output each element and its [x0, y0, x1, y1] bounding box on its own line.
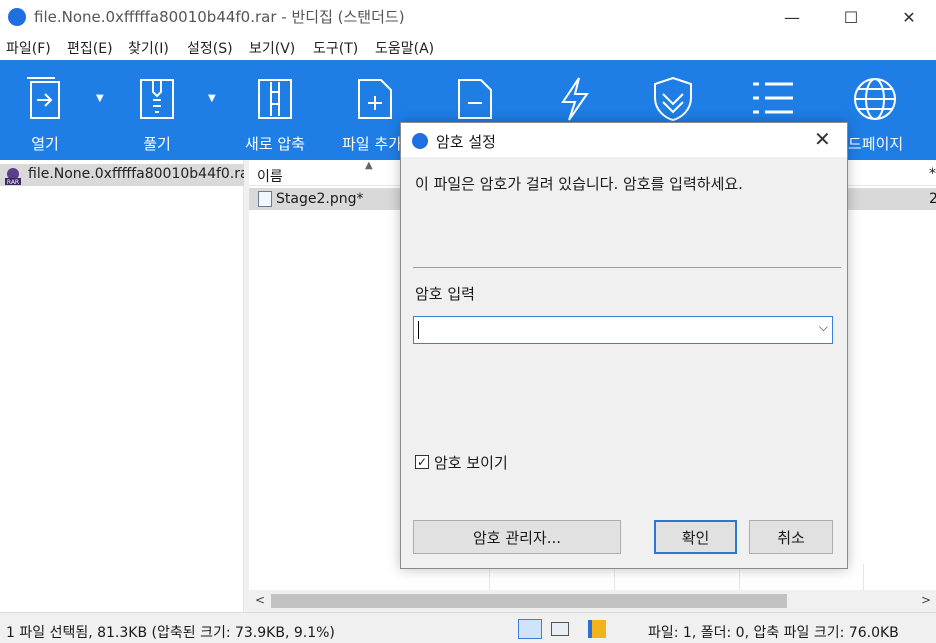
password-manager-button[interactable]: 암호 관리자... [413, 520, 621, 554]
menu-help[interactable]: 도움말(A) [375, 38, 434, 58]
new-archive-button[interactable]: 새로 압축 [230, 60, 320, 160]
rar-archive-icon: RAR [5, 168, 21, 185]
file-name: Stage2.png* [276, 191, 364, 207]
menu-view[interactable]: 보기(V) [249, 38, 295, 58]
window-title: file.None.0xfffffa80010b44f0.rar - 반디집 (… [34, 8, 405, 26]
preview-view-icon[interactable] [551, 622, 569, 636]
image-file-icon [258, 191, 272, 207]
scroll-left-icon[interactable]: < [255, 593, 265, 607]
dialog-title: 암호 설정 [436, 133, 496, 151]
new-archive-icon [258, 79, 292, 119]
dialog-title-bar: 암호 설정 ✕ [401, 123, 847, 157]
lightning-icon [561, 77, 589, 121]
extract-dropdown-icon[interactable]: ▼ [208, 93, 216, 104]
remove-file-icon [458, 79, 492, 119]
column-divider [863, 564, 864, 590]
column-header-name[interactable]: 이름 [257, 166, 283, 186]
tree-item-label: file.None.0xfffffa80010b44f0.rar [28, 166, 255, 182]
menu-edit[interactable]: 편집(E) [67, 38, 113, 58]
new-archive-label: 새로 압축 [245, 135, 305, 153]
open-label: 열기 [31, 135, 59, 153]
column-header-partial[interactable]: * [929, 166, 936, 182]
tree-item-archive[interactable]: RAR file.None.0xfffffa80010b44f0.rar [0, 164, 254, 186]
open-icon [27, 77, 60, 119]
text-caret [418, 321, 419, 339]
status-selection: 1 파일 선택됨, 81.3KB (압축된 크기: 73.9KB, 9.1%) [6, 625, 335, 641]
cancel-button[interactable]: 취소 [749, 520, 833, 554]
archive-panel-icon[interactable] [588, 620, 606, 638]
file-cell-partial: 2 [929, 191, 936, 207]
scroll-right-icon[interactable]: > [921, 593, 931, 607]
shield-icon [654, 76, 692, 122]
status-archive-info: 파일: 1, 폴더: 0, 압축 파일 크기: 76.0KB [648, 625, 899, 641]
bandizip-dialog-icon [412, 133, 428, 149]
password-label: 암호 입력 [415, 285, 475, 303]
close-window-button[interactable]: ✕ [886, 0, 932, 34]
maximize-button[interactable]: ☐ [828, 0, 874, 34]
extract-button[interactable]: 풀기 ▼ [112, 60, 216, 160]
menu-file[interactable]: 파일(F) [6, 38, 51, 58]
homepage-label: 드페이지 [848, 135, 904, 153]
horizontal-scrollbar[interactable]: < > [249, 590, 936, 612]
password-dialog: 암호 설정 ✕ 이 파일은 암호가 걸려 있습니다. 암호를 입력하세요. 암호… [400, 122, 848, 569]
bandizip-app-icon [8, 8, 26, 26]
dialog-separator [413, 267, 841, 268]
menu-bar: 파일(F) 편집(E) 찾기(I) 설정(S) 보기(V) 도구(T) 도움말(… [0, 34, 936, 60]
menu-find[interactable]: 찾기(I) [128, 38, 169, 58]
open-dropdown-icon[interactable]: ▼ [96, 93, 104, 104]
extract-label: 풀기 [143, 135, 171, 153]
dialog-message: 이 파일은 암호가 걸려 있습니다. 암호를 입력하세요. [415, 175, 743, 193]
chevron-down-icon[interactable]: ⌵ [819, 320, 828, 335]
menu-settings[interactable]: 설정(S) [187, 38, 233, 58]
password-input[interactable]: ⌵ [413, 316, 833, 344]
sort-ascending-icon: ▲ [365, 160, 373, 171]
list-icon [753, 82, 793, 114]
open-button[interactable]: 열기 ▼ [0, 60, 104, 160]
show-password-label[interactable]: 암호 보이기 [434, 452, 508, 473]
menu-tools[interactable]: 도구(T) [313, 38, 358, 58]
extract-icon [140, 79, 174, 119]
folder-tree-pane: RAR file.None.0xfffffa80010b44f0.rar [0, 160, 254, 612]
globe-icon [854, 78, 896, 120]
ok-button[interactable]: 확인 [654, 520, 737, 554]
details-view-icon[interactable] [518, 619, 542, 639]
show-password-checkbox[interactable]: ✓ [415, 455, 429, 469]
status-bar: 1 파일 선택됨, 81.3KB (압축된 크기: 73.9KB, 9.1%) … [0, 612, 936, 643]
scrollbar-thumb[interactable] [271, 594, 787, 608]
svg-text:RAR: RAR [7, 179, 19, 185]
add-file-icon [358, 79, 392, 119]
minimize-button[interactable]: — [769, 0, 815, 34]
dialog-close-icon[interactable]: ✕ [814, 127, 831, 151]
title-bar: file.None.0xfffffa80010b44f0.rar - 반디집 (… [0, 0, 936, 34]
